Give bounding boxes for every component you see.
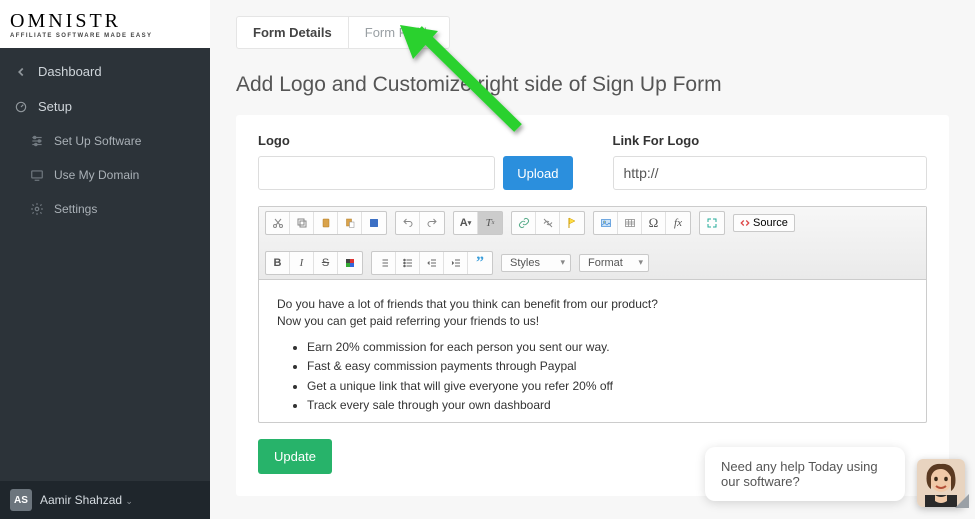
nav-setup[interactable]: Setup	[0, 89, 210, 124]
link-icon[interactable]	[512, 212, 536, 234]
editor-bullet: Fast & easy commission payments through …	[307, 358, 908, 375]
tabs: Form Details Form Fields	[236, 16, 949, 49]
hr-icon[interactable]: Ω	[642, 212, 666, 234]
brand-tagline: AFFILIATE SOFTWARE MADE EASY	[10, 33, 152, 39]
ol-icon[interactable]	[372, 252, 396, 274]
logo-label: Logo	[258, 133, 573, 148]
editor-content[interactable]: Do you have a lot of friends that you th…	[259, 280, 926, 422]
copy-icon[interactable]	[290, 212, 314, 234]
nav-dashboard-label: Dashboard	[38, 64, 102, 79]
logo[interactable]: OMNISTR AFFILIATE SOFTWARE MADE EASY	[0, 0, 210, 48]
sidebar: OMNISTR AFFILIATE SOFTWARE MADE EASY Das…	[0, 0, 210, 519]
indent-icon[interactable]	[444, 252, 468, 274]
bold-icon[interactable]: B	[266, 252, 290, 274]
rich-text-editor: A▾ Tx Ω fx	[258, 206, 927, 423]
strike-icon[interactable]: S	[314, 252, 338, 274]
gear-icon	[30, 202, 44, 216]
link-logo-input[interactable]	[613, 156, 928, 190]
update-button[interactable]: Update	[258, 439, 332, 474]
editor-toolbar: A▾ Tx Ω fx	[259, 207, 926, 280]
brand-name-1: OMNIST	[10, 10, 105, 32]
user-avatar: AS	[10, 489, 32, 511]
image-icon[interactable]	[594, 212, 618, 234]
sidebar-item-label: Use My Domain	[54, 168, 139, 182]
dashboard-icon	[14, 100, 28, 114]
chat-message: Need any help Today using our software?	[721, 459, 878, 489]
cut-icon[interactable]	[266, 212, 290, 234]
paste-word-icon[interactable]	[362, 212, 386, 234]
remove-format-icon[interactable]: A▾	[454, 212, 478, 234]
table-icon[interactable]	[618, 212, 642, 234]
link-logo-label: Link For Logo	[613, 133, 928, 148]
ul-icon[interactable]	[396, 252, 420, 274]
paste-icon[interactable]	[314, 212, 338, 234]
nav-dashboard[interactable]: Dashboard	[0, 54, 210, 89]
source-button[interactable]: Source	[733, 214, 795, 232]
fx-icon[interactable]: fx	[666, 212, 690, 234]
sidebar-item-settings[interactable]: Settings	[0, 192, 210, 226]
editor-p1: Do you have a lot of friends that you th…	[277, 296, 908, 313]
sidebar-item-label: Set Up Software	[54, 134, 141, 148]
monitor-icon	[30, 168, 44, 182]
color-icon[interactable]	[338, 252, 362, 274]
clear-format-icon[interactable]: Tx	[478, 212, 502, 234]
maximize-icon[interactable]	[700, 212, 724, 234]
editor-bullet: Get a unique link that will give everyon…	[307, 378, 908, 395]
user-bar[interactable]: AS Aamir Shahzad ⌄	[0, 481, 210, 519]
form-panel: Logo Upload Link For Logo	[236, 115, 949, 496]
sidebar-item-label: Settings	[54, 202, 97, 216]
undo-icon[interactable]	[396, 212, 420, 234]
tab-form-details[interactable]: Form Details	[236, 16, 349, 49]
editor-bullet: Earn 20% commission for each person you …	[307, 339, 908, 356]
nav-setup-label: Setup	[38, 99, 72, 114]
main-content: Form Details Form Fields Add Logo and Cu…	[210, 0, 975, 519]
redo-icon[interactable]	[420, 212, 444, 234]
nav: Dashboard Setup Set Up Software Use My D…	[0, 48, 210, 226]
sliders-icon	[30, 134, 44, 148]
logo-file-input[interactable]	[258, 156, 495, 190]
chat-bubble[interactable]: Need any help Today using our software?	[705, 447, 905, 501]
editor-bullet: Track every sale through your own dashbo…	[307, 397, 908, 414]
page-title: Add Logo and Customize right side of Sig…	[236, 73, 949, 97]
styles-dropdown[interactable]: Styles	[501, 254, 571, 272]
paste-text-icon[interactable]	[338, 212, 362, 234]
outdent-icon[interactable]	[420, 252, 444, 274]
tab-form-fields[interactable]: Form Fields	[349, 16, 451, 49]
user-name: Aamir Shahzad ⌄	[40, 493, 133, 507]
chat-expand-icon[interactable]	[955, 494, 969, 513]
sidebar-item-setup-software[interactable]: Set Up Software	[0, 124, 210, 158]
quote-icon[interactable]: ”	[468, 252, 492, 274]
brand-name-2: R	[105, 10, 121, 32]
anchor-icon[interactable]	[560, 212, 584, 234]
sidebar-item-domain[interactable]: Use My Domain	[0, 158, 210, 192]
italic-icon[interactable]: I	[290, 252, 314, 274]
upload-button[interactable]: Upload	[503, 156, 572, 190]
chevron-left-icon	[14, 65, 28, 79]
unlink-icon[interactable]	[536, 212, 560, 234]
format-dropdown[interactable]: Format	[579, 254, 649, 272]
editor-p2: Now you can get paid referring your frie…	[277, 313, 908, 330]
